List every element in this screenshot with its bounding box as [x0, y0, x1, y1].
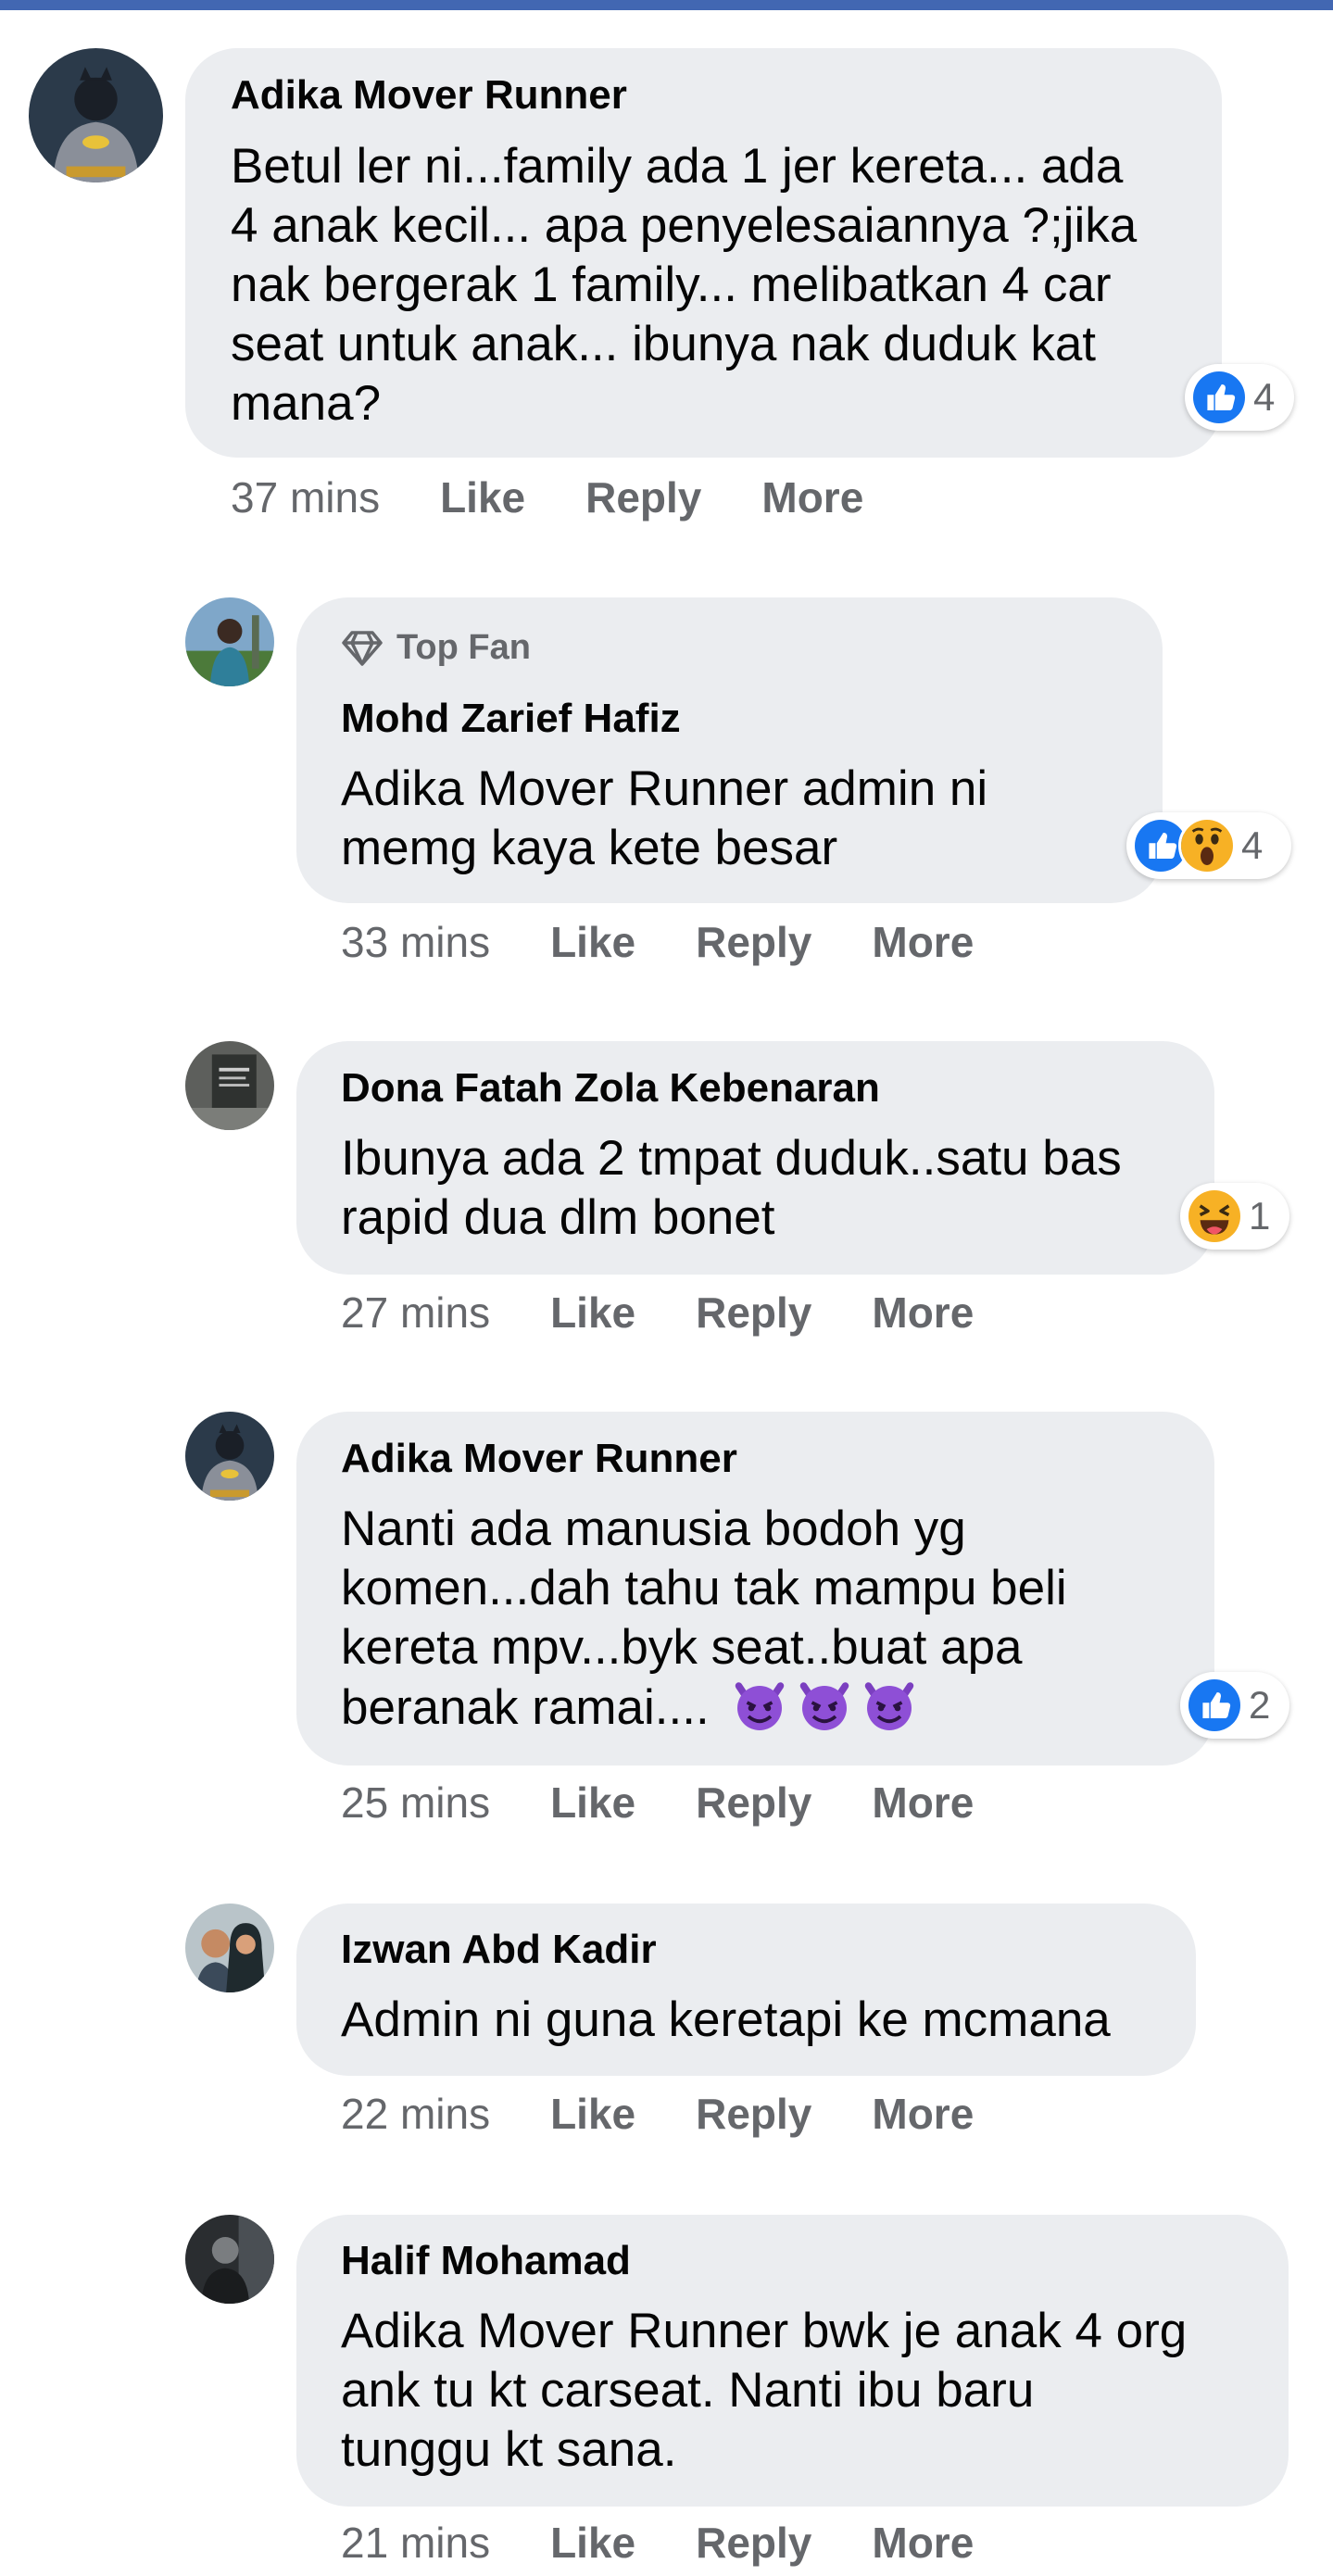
comment-text-line: Nanti ada manusia bodoh yg	[341, 1502, 966, 1556]
wow-icon	[1178, 817, 1236, 874]
reply-button[interactable]: Reply	[696, 1778, 811, 1828]
like-button[interactable]: Like	[550, 2089, 635, 2139]
comment-text-line: Admin ni guna keretapi ke mcmana	[341, 1992, 1111, 2047]
avatar[interactable]	[185, 1041, 274, 1130]
more-button[interactable]: More	[872, 1778, 974, 1828]
devil-emoji	[861, 1678, 917, 1733]
comment-actions: 33 mins Like Reply More	[341, 917, 974, 967]
more-button[interactable]: More	[872, 1288, 974, 1338]
timestamp[interactable]: 33 mins	[341, 917, 490, 967]
comment-text-line: rapid dua dlm bonet	[341, 1190, 775, 1245]
commenter-name[interactable]: Mohd Zarief Hafiz	[341, 696, 681, 742]
reaction-summary[interactable]: 4	[1185, 364, 1294, 431]
timestamp[interactable]: 25 mins	[341, 1778, 490, 1828]
comment-text-line: tunggu kt sana.	[341, 2422, 677, 2477]
comment-text-line: kereta mpv...byk seat..buat apa	[341, 1620, 1023, 1675]
comment-text-line: nak bergerak 1 family... melibatkan 4 ca…	[231, 258, 1112, 312]
comment-text-line: komen...dah tahu tak mampu beli	[341, 1561, 1067, 1615]
comment-text-line: beranak ramai....	[341, 1678, 917, 1738]
comment-actions: 25 mins Like Reply More	[341, 1778, 974, 1828]
devil-emoji	[732, 1678, 787, 1733]
comment-text-line: Betul ler ni...family ada 1 jer kereta..…	[231, 139, 1124, 194]
reply-button[interactable]: Reply	[696, 2089, 811, 2139]
comment-actions: 22 mins Like Reply More	[341, 2089, 974, 2139]
top-fan-badge: Top Fan	[341, 628, 531, 668]
timestamp[interactable]: 22 mins	[341, 2089, 490, 2139]
reaction-count: 1	[1249, 1194, 1271, 1238]
commenter-name[interactable]: Adika Mover Runner	[231, 72, 627, 119]
comment-text-line: seat untuk anak... ibunya nak duduk kat	[231, 317, 1097, 371]
like-button[interactable]: Like	[550, 2518, 635, 2568]
like-button[interactable]: Like	[440, 472, 525, 522]
comment-actions: 27 mins Like Reply More	[341, 1288, 974, 1338]
avatar[interactable]	[185, 2215, 274, 2304]
diamond-icon	[342, 630, 383, 666]
more-button[interactable]: More	[761, 472, 863, 522]
avatar[interactable]	[185, 1412, 274, 1501]
comment-text-line: Adika Mover Runner admin ni	[341, 761, 988, 816]
devil-emoji	[797, 1678, 852, 1733]
reaction-count: 4	[1241, 823, 1264, 867]
avatar[interactable]	[185, 1904, 274, 1992]
commenter-name[interactable]: Adika Mover Runner	[341, 1436, 737, 1482]
top-fan-label: Top Fan	[396, 628, 531, 667]
commenter-name[interactable]: Halif Mohamad	[341, 2238, 631, 2284]
reaction-summary[interactable]: 1	[1180, 1183, 1289, 1250]
reaction-summary[interactable]: 2	[1180, 1672, 1289, 1739]
comment-text-line: mana?	[231, 376, 382, 431]
reply-button[interactable]: Reply	[585, 472, 701, 522]
comment-text-line: ank tu kt carseat. Nanti ibu baru	[341, 2363, 1035, 2418]
top-bar	[0, 0, 1333, 10]
more-button[interactable]: More	[872, 2089, 974, 2139]
like-button[interactable]: Like	[550, 1288, 635, 1338]
comment-text-line: Adika Mover Runner bwk je anak 4 org	[341, 2304, 1188, 2358]
like-icon	[1186, 1677, 1243, 1734]
comment-actions: 21 mins Like Reply More	[341, 2518, 974, 2568]
avatar[interactable]	[29, 48, 163, 182]
timestamp[interactable]: 37 mins	[231, 472, 380, 522]
comment-text-line: 4 anak kecil... apa penyelesaiannya ?;ji…	[231, 198, 1138, 253]
comment-text-line: memg kaya kete besar	[341, 821, 838, 875]
comment-actions: 37 mins Like Reply More	[231, 472, 863, 522]
more-button[interactable]: More	[872, 2518, 974, 2568]
like-button[interactable]: Like	[550, 1778, 635, 1828]
timestamp[interactable]: 27 mins	[341, 1288, 490, 1338]
reaction-count: 4	[1253, 375, 1276, 419]
more-button[interactable]: More	[872, 917, 974, 967]
reply-button[interactable]: Reply	[696, 2518, 811, 2568]
reaction-count: 2	[1249, 1683, 1271, 1727]
like-button[interactable]: Like	[550, 917, 635, 967]
like-icon	[1190, 369, 1248, 426]
reaction-summary[interactable]: 4	[1126, 812, 1291, 879]
commenter-name[interactable]: Dona Fatah Zola Kebenaran	[341, 1065, 880, 1112]
reply-button[interactable]: Reply	[696, 917, 811, 967]
commenter-name[interactable]: Izwan Abd Kadir	[341, 1927, 657, 1973]
comment-text-line: Ibunya ada 2 tmpat duduk..satu bas	[341, 1131, 1122, 1186]
timestamp[interactable]: 21 mins	[341, 2518, 490, 2568]
reply-button[interactable]: Reply	[696, 1288, 811, 1338]
haha-icon	[1186, 1187, 1243, 1245]
avatar[interactable]	[185, 597, 274, 686]
comment-text: beranak ramai....	[341, 1680, 710, 1735]
